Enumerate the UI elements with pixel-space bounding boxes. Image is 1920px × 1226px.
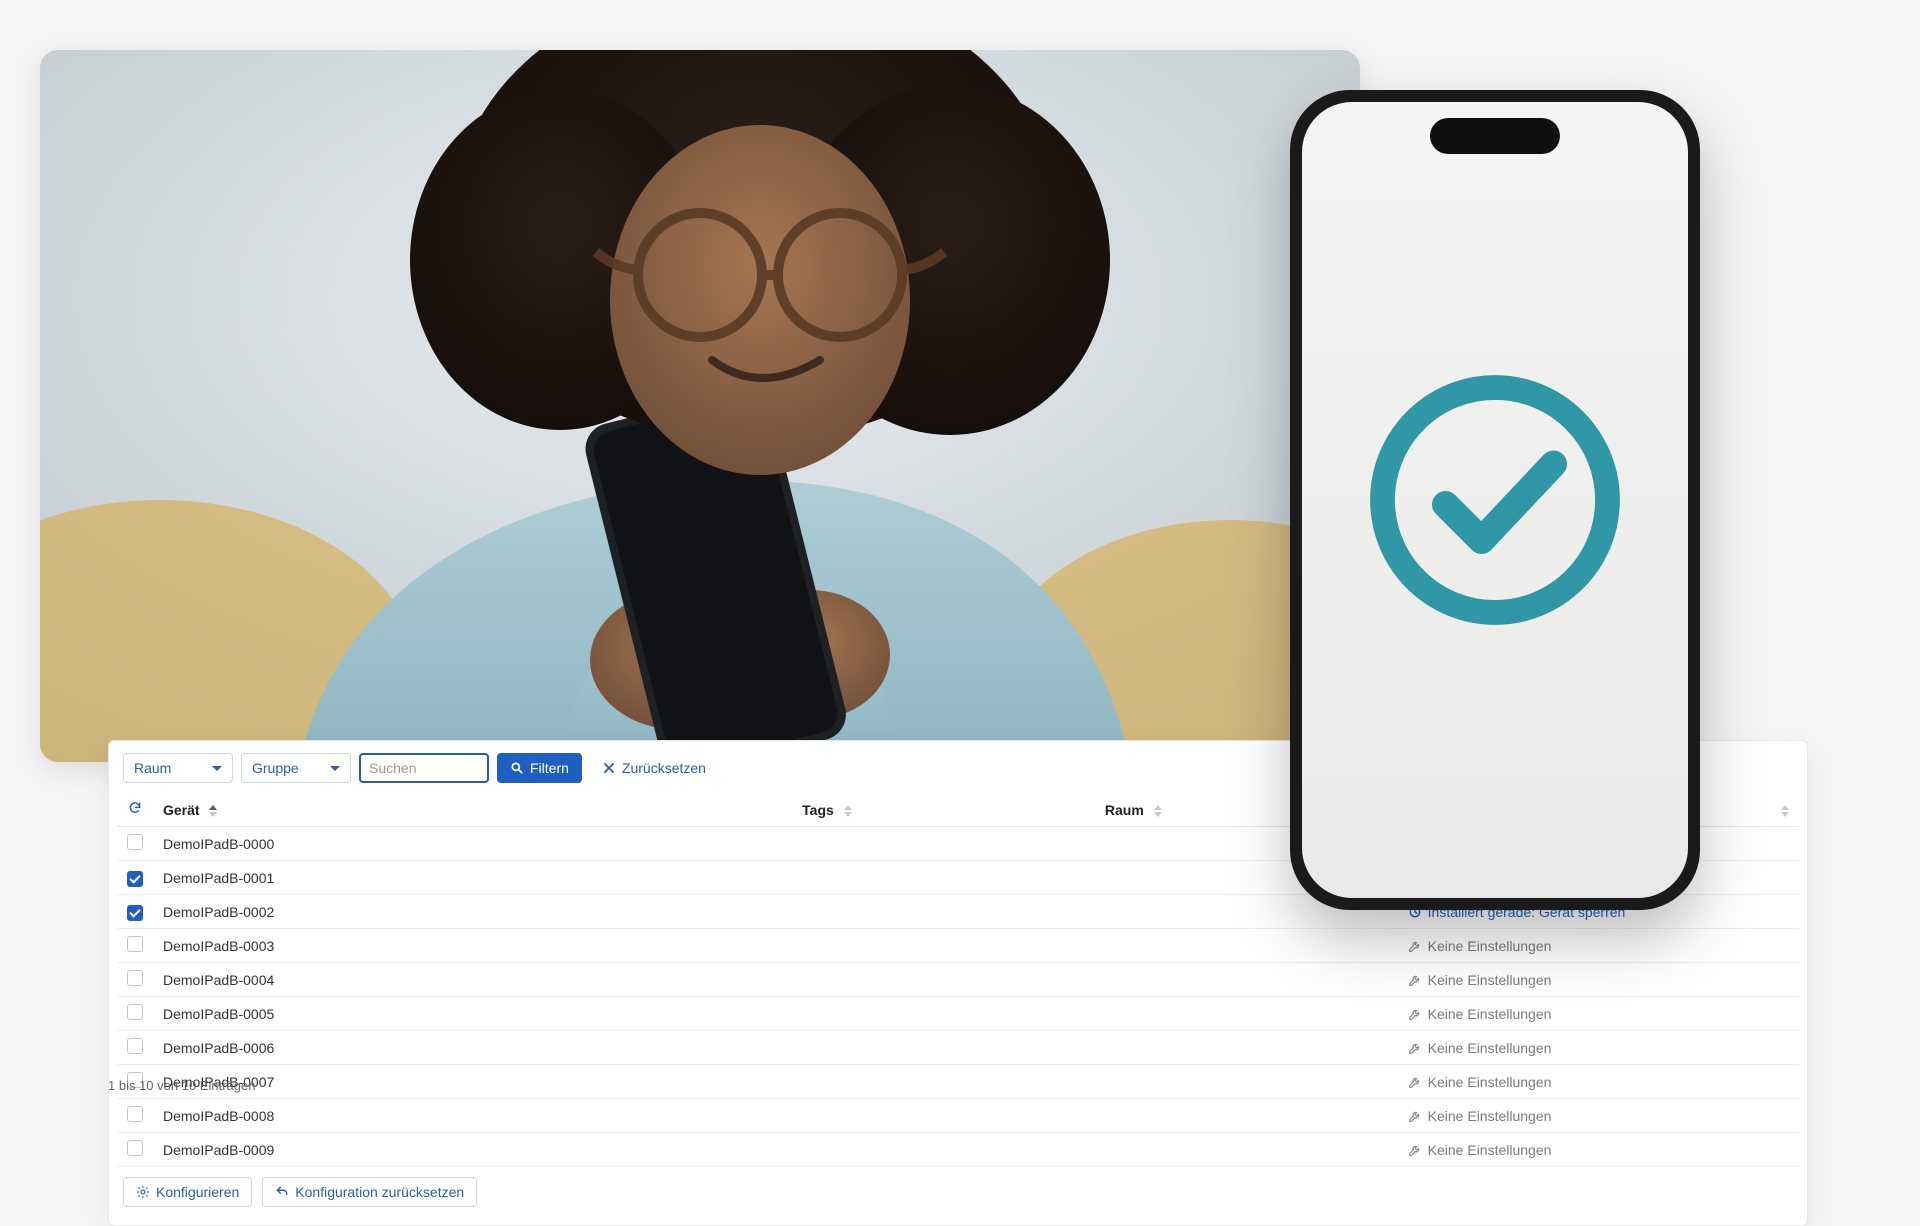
search-icon [510,761,524,775]
cell-tags [792,997,1095,1031]
row-checkbox[interactable] [127,1140,143,1156]
table-row[interactable]: DemoIPadB-0005 Keine Einstellungen [117,997,1799,1031]
caret-down-icon [330,766,340,771]
caret-down-icon [212,766,222,771]
table-row[interactable]: DemoIPadB-0007Keine Einstellungen [117,1065,1799,1099]
reset-config-button[interactable]: Konfiguration zurücksetzen [262,1177,477,1207]
filter-button[interactable]: Filtern [497,753,582,783]
room-select[interactable]: Raum [123,753,233,783]
room-select-label: Raum [134,760,171,776]
sort-icon [844,805,852,817]
sort-icon [1781,805,1789,817]
settings-text: Keine Einstellungen [1428,1074,1552,1090]
cell-device: DemoIPadB-0004 [153,963,792,997]
settings-text: Keine Einstellungen [1428,972,1552,988]
settings-text: Keine Einstellungen [1428,1040,1552,1056]
cell-room [1095,929,1398,963]
row-checkbox[interactable] [127,1106,143,1122]
table-row[interactable]: DemoIPadB-0009 Keine Einstellungen [117,1133,1799,1167]
gear-icon [136,1185,150,1199]
table-row[interactable]: DemoIPadB-0008 Keine Einstellungen [117,1099,1799,1133]
cell-settings: Keine Einstellungen [1398,1133,1799,1167]
row-checkbox[interactable] [127,905,143,921]
cell-tags [792,963,1095,997]
col-device[interactable]: Gerät [153,793,792,827]
close-icon [602,761,616,775]
row-checkbox[interactable] [127,936,143,952]
sort-icon [1154,805,1162,817]
phone-mockup [1290,90,1700,910]
cell-device: DemoIPadB-0006 [153,1031,792,1065]
cell-tags [792,827,1095,861]
cell-settings: Keine Einstellungen [1398,929,1799,963]
wrench-icon [1408,1109,1422,1123]
reset-button-label: Zurücksetzen [622,760,706,776]
cell-tags [792,1099,1095,1133]
cell-device: DemoIPadB-0005 [153,997,792,1031]
settings-text: Keine Einstellungen [1428,1142,1552,1158]
wrench-icon [1408,1007,1422,1021]
cell-settings: Keine Einstellungen [1398,1065,1799,1099]
cell-settings: Keine Einstellungen [1398,997,1799,1031]
cell-room [1095,997,1398,1031]
settings-text: Keine Einstellungen [1428,938,1552,954]
cell-room [1095,1133,1398,1167]
cell-device: DemoIPadB-0003 [153,929,792,963]
cell-device: DemoIPadB-0008 [153,1099,792,1133]
sort-icon [209,805,217,817]
footer-actions: Konfigurieren Konfiguration zurücksetzen [117,1167,1799,1213]
cell-tags [792,1065,1095,1099]
table-row[interactable]: DemoIPadB-0006 Keine Einstellungen [117,1031,1799,1065]
row-checkbox[interactable] [127,871,143,887]
group-select[interactable]: Gruppe [241,753,351,783]
cell-device: DemoIPadB-0002 [153,895,792,929]
wrench-icon [1408,1041,1422,1055]
cell-tags [792,861,1095,895]
phone-notch [1430,118,1560,154]
cell-settings: Keine Einstellungen [1398,1099,1799,1133]
search-input[interactable] [359,753,489,783]
row-checkbox[interactable] [127,1038,143,1054]
cell-room [1095,1065,1398,1099]
cell-room [1095,1099,1398,1133]
row-checkbox[interactable] [127,834,143,850]
phone-screen [1302,102,1688,898]
undo-icon [275,1185,289,1199]
cell-device: DemoIPadB-0001 [153,861,792,895]
settings-text: Keine Einstellungen [1428,1108,1552,1124]
reset-button[interactable]: Zurücksetzen [590,753,718,783]
cell-tags [792,895,1095,929]
cell-tags [792,1133,1095,1167]
cell-tags [792,929,1095,963]
cell-room [1095,963,1398,997]
wrench-icon [1408,973,1422,987]
cell-room [1095,1031,1398,1065]
configure-button-label: Konfigurieren [156,1184,239,1200]
col-tags[interactable]: Tags [792,793,1095,827]
refresh-icon[interactable] [128,801,142,815]
row-checkbox[interactable] [127,1004,143,1020]
wrench-icon [1408,1143,1422,1157]
wrench-icon [1408,1075,1422,1089]
cell-settings: Keine Einstellungen [1398,963,1799,997]
filter-button-label: Filtern [530,760,569,776]
pagination-info: 1 bis 10 von 10 Einträgen [108,1078,255,1093]
row-checkbox[interactable] [127,970,143,986]
reset-config-button-label: Konfiguration zurücksetzen [295,1184,464,1200]
wrench-icon [1408,939,1422,953]
cell-settings: Keine Einstellungen [1398,1031,1799,1065]
checkmark-icon [1360,365,1630,635]
cell-device: DemoIPadB-0000 [153,827,792,861]
settings-text: Keine Einstellungen [1428,1006,1552,1022]
table-row[interactable]: DemoIPadB-0003 Keine Einstellungen [117,929,1799,963]
table-row[interactable]: DemoIPadB-0004 Keine Einstellungen [117,963,1799,997]
group-select-label: Gruppe [252,760,299,776]
configure-button[interactable]: Konfigurieren [123,1177,252,1207]
hero-photo [40,50,1360,762]
cell-tags [792,1031,1095,1065]
cell-device: DemoIPadB-0009 [153,1133,792,1167]
